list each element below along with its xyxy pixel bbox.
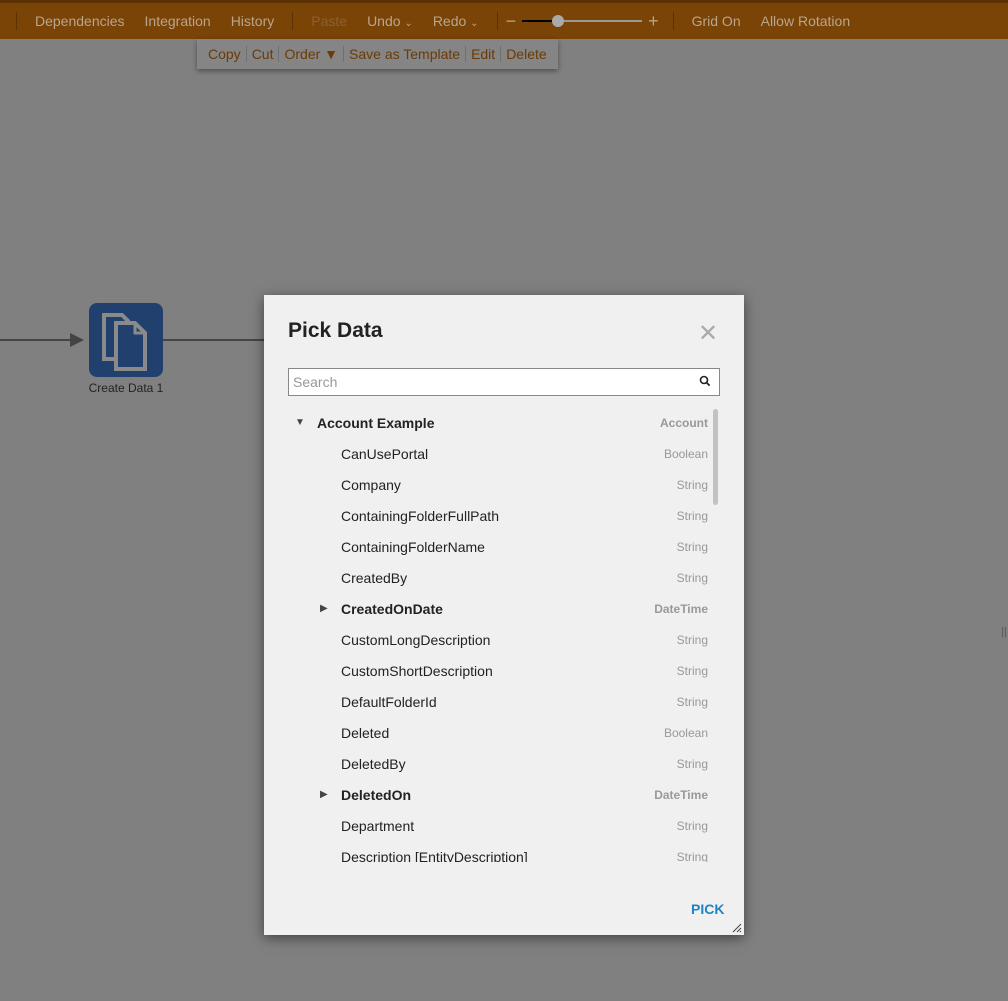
dialog-title: Pick Data [288, 319, 383, 342]
item-name: CustomShortDescription [341, 662, 493, 679]
item-name: ContainingFolderFullPath [341, 507, 499, 524]
undo-button[interactable]: Undo ⌄ [367, 13, 413, 29]
tree-item[interactable]: Department String [288, 810, 708, 841]
item-type: String [676, 632, 708, 647]
expand-icon[interactable]: ▶ [320, 789, 328, 800]
tree-item[interactable]: CustomShortDescription String [288, 655, 708, 686]
pick-button[interactable]: PICK [691, 901, 724, 917]
item-name: CanUsePortal [341, 445, 429, 462]
item-name: Company [341, 476, 401, 493]
create-data-node[interactable] [89, 303, 163, 377]
divider [16, 12, 17, 30]
close-icon[interactable]: ✕ [698, 319, 718, 348]
connector-line [163, 339, 264, 341]
scrollbar[interactable] [713, 409, 718, 505]
tree-item[interactable]: CustomLongDescription String [288, 624, 708, 655]
connector-line [0, 339, 76, 341]
item-type: String [676, 570, 708, 585]
edit-button[interactable]: Edit [466, 46, 500, 62]
item-type: Boolean [663, 725, 708, 740]
divider [496, 12, 498, 30]
zoom-out-button[interactable]: − [506, 11, 517, 32]
delete-button[interactable]: Delete [501, 46, 551, 62]
history-button[interactable]: History [231, 13, 275, 29]
item-type: String [676, 663, 708, 678]
dependencies-button[interactable]: Dependencies [35, 13, 125, 29]
item-name: CreatedBy [341, 569, 408, 586]
item-type: Boolean [663, 446, 708, 461]
item-type: DateTime [654, 787, 708, 802]
item-name: DeletedBy [341, 755, 406, 772]
tree-item[interactable]: CanUsePortal Boolean [288, 438, 708, 469]
pick-data-dialog: Pick Data ✕ ▼ Account Example Account CanUs… [264, 295, 744, 935]
allow-rotation-toggle[interactable]: Allow Rotation [761, 13, 851, 29]
item-type: String [676, 818, 708, 833]
tree-item[interactable]: Deleted Boolean [288, 717, 708, 748]
redo-label: Redo [432, 13, 467, 29]
item-name: DefaultFolderId [341, 693, 437, 710]
resize-grip-icon[interactable] [730, 921, 742, 933]
divider [672, 12, 674, 30]
paste-button[interactable]: Paste [311, 13, 347, 29]
item-name: CustomLongDescription [341, 631, 491, 648]
collapse-icon[interactable]: ▼ [295, 417, 305, 428]
item-name: ContainingFolderName [341, 538, 485, 555]
divider [292, 12, 294, 30]
arrow-icon [70, 333, 84, 347]
documents-icon [102, 313, 147, 371]
tree-item[interactable]: ContainingFolderFullPath String [288, 500, 708, 531]
chevron-down-icon: ⌄ [470, 18, 479, 29]
tree-item[interactable]: ContainingFolderName String [288, 531, 708, 562]
integration-button[interactable]: Integration [145, 13, 211, 29]
grid-toggle[interactable]: Grid On [692, 13, 741, 29]
save-as-template-button[interactable]: Save as Template [344, 46, 465, 62]
expand-icon[interactable]: ▶ [320, 603, 328, 614]
item-name: Description [EntityDescription] [341, 848, 528, 863]
undo-label: Undo [367, 13, 401, 29]
item-type: String [676, 756, 708, 771]
item-name: DeletedOn [341, 786, 412, 803]
zoom-in-button[interactable]: + [648, 11, 659, 32]
data-tree: ▼ Account Example Account CanUsePortal Boole… [288, 407, 720, 863]
tree-item[interactable]: ▶ DeletedOn DateTime [288, 779, 708, 810]
item-type: String [676, 477, 708, 492]
item-name: CreatedOnDate [341, 600, 443, 617]
context-menu: Copy Cut Order ▼ Save as Template Edit D… [197, 39, 558, 69]
search-input[interactable] [288, 368, 720, 396]
zoom-slider[interactable] [522, 13, 643, 29]
item-type: String [676, 539, 708, 554]
item-type: String [676, 849, 708, 863]
copy-button[interactable]: Copy [203, 46, 246, 62]
order-button[interactable]: Order ▼ [279, 46, 343, 62]
item-type: String [676, 694, 708, 709]
item-type: DateTime [654, 601, 708, 616]
search-icon [699, 375, 711, 387]
tree-item[interactable]: DefaultFolderId String [288, 686, 708, 717]
item-type: String [676, 508, 708, 523]
tree-item[interactable]: DeletedBy String [288, 748, 708, 779]
redo-button[interactable]: Redo ⌄ [433, 13, 479, 29]
item-name: Account Example [317, 414, 435, 431]
slider-knob[interactable] [552, 15, 565, 27]
item-type: Account [660, 415, 708, 430]
tree-item[interactable]: CreatedBy String [288, 562, 708, 593]
toolbar: Dependencies Integration History Paste U… [0, 3, 1008, 39]
node-label: Create Data 1 [88, 381, 164, 395]
tree-item[interactable]: ▶ CreatedOnDate DateTime [288, 593, 708, 624]
cut-button[interactable]: Cut [247, 46, 279, 62]
item-name: Deleted [341, 724, 390, 741]
tree-item[interactable]: Company String [288, 469, 708, 500]
item-name: Department [341, 817, 415, 834]
resize-handle[interactable]: || [1001, 626, 1007, 638]
tree-item[interactable]: ▼ Account Example Account [288, 407, 708, 438]
tree-item[interactable]: Description [EntityDescription] String [288, 841, 708, 863]
chevron-down-icon: ⌄ [404, 18, 413, 29]
